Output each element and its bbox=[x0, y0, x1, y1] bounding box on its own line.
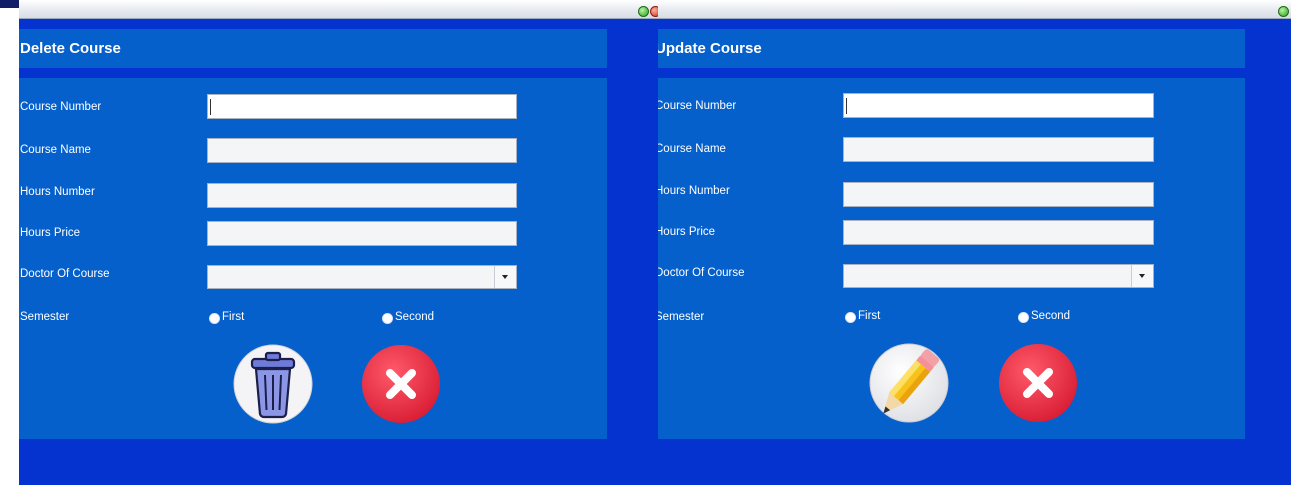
form-panel bbox=[658, 78, 1245, 439]
window-titlebar[interactable] bbox=[19, 0, 658, 19]
trash-icon bbox=[233, 344, 313, 424]
course-name-label: Course Name bbox=[658, 143, 726, 155]
radio-label-first: First bbox=[222, 311, 245, 323]
page-title: Update Course bbox=[658, 40, 762, 57]
semester-label: Semester bbox=[658, 311, 705, 323]
cancel-button[interactable] bbox=[998, 343, 1078, 423]
text-caret bbox=[846, 98, 847, 114]
close-icon bbox=[362, 345, 440, 423]
delete-button[interactable] bbox=[233, 344, 313, 424]
chevron-down-icon bbox=[1139, 274, 1145, 278]
radio-label-second: Second bbox=[395, 311, 435, 323]
doctor-label: Doctor Of Course bbox=[20, 268, 110, 280]
dropdown-arrow-button[interactable] bbox=[1131, 265, 1153, 287]
hours-price-input[interactable] bbox=[843, 220, 1154, 245]
radio-dot bbox=[209, 313, 220, 324]
hours-price-label: Hours Price bbox=[658, 226, 716, 238]
course-number-input[interactable] bbox=[207, 94, 517, 119]
doctor-select[interactable] bbox=[843, 264, 1154, 288]
hours-number-input[interactable] bbox=[843, 182, 1154, 207]
delete-course-window: Delete Course Course Number Course Name … bbox=[19, 0, 658, 485]
course-name-label: Course Name bbox=[20, 144, 91, 156]
course-name-input[interactable] bbox=[207, 138, 517, 163]
pencil-icon bbox=[869, 343, 949, 423]
radio-dot bbox=[845, 312, 856, 323]
form-header: Update Course bbox=[658, 29, 1245, 68]
doctor-label: Doctor Of Course bbox=[658, 267, 745, 279]
chevron-down-icon bbox=[502, 275, 508, 279]
radio-dot bbox=[1018, 312, 1029, 323]
radio-dot bbox=[382, 313, 393, 324]
hours-number-label: Hours Number bbox=[658, 185, 730, 197]
text-caret bbox=[210, 99, 211, 115]
window-titlebar[interactable] bbox=[658, 0, 1291, 19]
course-number-label: Course Number bbox=[658, 100, 737, 112]
dropdown-arrow-button[interactable] bbox=[494, 266, 516, 288]
semester-label: Semester bbox=[20, 311, 70, 323]
course-name-input[interactable] bbox=[843, 137, 1154, 162]
page-title: Delete Course bbox=[20, 40, 121, 57]
form-header: Delete Course bbox=[19, 29, 607, 68]
update-button[interactable] bbox=[869, 343, 949, 423]
maximize-icon[interactable] bbox=[1278, 6, 1289, 17]
close-window-icon[interactable] bbox=[650, 6, 658, 17]
maximize-icon[interactable] bbox=[638, 6, 649, 17]
doctor-select[interactable] bbox=[207, 265, 517, 289]
cancel-button[interactable] bbox=[361, 344, 441, 424]
hours-price-input[interactable] bbox=[207, 221, 517, 246]
hours-number-input[interactable] bbox=[207, 183, 517, 208]
close-icon bbox=[999, 344, 1077, 422]
form-panel bbox=[19, 78, 607, 439]
radio-label-second: Second bbox=[1031, 310, 1071, 322]
desktop-corner bbox=[0, 0, 19, 8]
hours-number-label: Hours Number bbox=[20, 186, 95, 198]
course-number-input[interactable] bbox=[843, 93, 1154, 118]
hours-price-label: Hours Price bbox=[20, 227, 81, 239]
course-number-label: Course Number bbox=[20, 101, 102, 113]
radio-label-first: First bbox=[858, 310, 881, 322]
update-course-window: Update Course Course Number Course Name … bbox=[658, 0, 1291, 485]
